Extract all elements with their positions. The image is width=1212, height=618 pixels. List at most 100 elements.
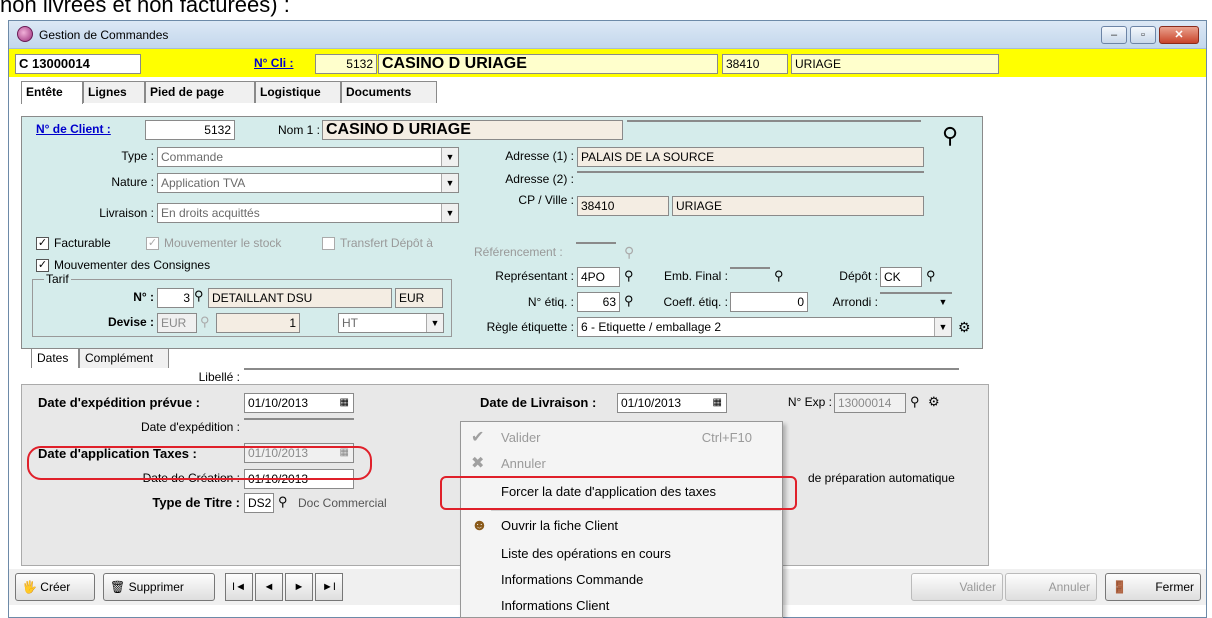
coeff-field[interactable]: 0 xyxy=(730,292,808,312)
menu-shortcut: Ctrl+F10 xyxy=(701,430,752,445)
tarif-name-field[interactable]: DETAILLANT DSU xyxy=(208,288,392,308)
tab-documents[interactable]: Documents xyxy=(341,81,437,103)
client-number-field[interactable]: 5132 xyxy=(145,120,235,140)
header-client-number[interactable]: 5132 xyxy=(315,54,377,74)
livraison-select[interactable]: En droits acquittés ▼ xyxy=(157,203,459,223)
emb-final-label: Emb. Final : xyxy=(663,269,728,283)
nexp-field[interactable]: 13000014 xyxy=(834,393,906,413)
context-menu: ✔ Valider Ctrl+F10 ✖ Annuler Forcer la d… xyxy=(460,421,783,618)
mouvementer-stock-label: Mouvementer le stock xyxy=(164,236,282,250)
type-titre-desc: Doc Commercial xyxy=(294,493,454,513)
devise-label: Devise : xyxy=(107,315,154,329)
adresse1-field[interactable]: PALAIS DE LA SOURCE xyxy=(577,147,924,167)
menu-label: Informations Commande xyxy=(501,572,644,587)
mouv-consignes-checkbox[interactable]: ✓ xyxy=(36,259,49,272)
menu-item-fiche-client[interactable]: ☻ Ouvrir la fiche Client xyxy=(461,514,782,538)
date-livraison-field[interactable]: 01/10/2013 ▦ xyxy=(617,393,727,413)
calendar-icon[interactable]: ▦ xyxy=(713,394,722,412)
devise-field[interactable]: EUR xyxy=(157,313,197,333)
tab-logistique[interactable]: Logistique xyxy=(255,81,341,103)
previous-record-button[interactable]: ◄ xyxy=(255,573,283,601)
libelle-field[interactable] xyxy=(244,368,959,370)
emb-final-field[interactable] xyxy=(730,267,770,269)
header-postal-code[interactable]: 38410 xyxy=(722,54,788,74)
chevron-down-icon[interactable]: ▼ xyxy=(426,314,443,332)
search-icon[interactable]: ⚲ xyxy=(910,394,920,410)
nature-label: Nature : xyxy=(111,175,154,189)
arrondi-select[interactable]: ▼ xyxy=(880,292,952,307)
depot-field[interactable]: CK xyxy=(880,267,922,287)
settings-icon[interactable]: ⚙ xyxy=(928,394,940,410)
tab-pied-de-page[interactable]: Pied de page xyxy=(145,81,255,103)
n-etiq-field[interactable]: 63 xyxy=(577,292,620,312)
nature-select[interactable]: Application TVA ▼ xyxy=(157,173,459,193)
adresse2-field[interactable] xyxy=(577,171,924,173)
date-expedition-field[interactable] xyxy=(244,418,354,420)
transfert-depot-label: Transfert Dépôt à xyxy=(340,236,433,250)
facturable-label: Facturable xyxy=(54,236,111,250)
nom1-field[interactable]: CASINO D URIAGE xyxy=(322,120,623,140)
type-select[interactable]: Commande ▼ xyxy=(157,147,459,167)
menu-item-operations[interactable]: Liste des opérations en cours xyxy=(461,542,782,566)
tarif-no-field[interactable]: 3 xyxy=(157,288,194,308)
tab-lignes[interactable]: Lignes xyxy=(83,81,145,103)
date-expedition-label: Date d'expédition : xyxy=(140,420,240,434)
search-icon[interactable]: ⚲ xyxy=(624,293,634,309)
menu-item-info-client[interactable]: Informations Client xyxy=(461,594,782,618)
order-number-field[interactable]: C 13000014 xyxy=(15,54,141,74)
search-icon[interactable]: ⚲ xyxy=(194,288,204,304)
calendar-icon[interactable]: ▦ xyxy=(340,394,349,412)
representant-field[interactable]: 4PO xyxy=(577,267,620,287)
valider-button[interactable]: Valider xyxy=(911,573,1003,601)
exp-prevue-field[interactable]: 01/10/2013 ▦ xyxy=(244,393,354,413)
search-icon[interactable]: ⚲ xyxy=(926,268,936,284)
search-icon[interactable]: ⚲ xyxy=(774,268,784,284)
menu-item-info-commande[interactable]: Informations Commande xyxy=(461,568,782,592)
search-icon[interactable]: ⚲ xyxy=(624,268,634,284)
menu-label: Informations Client xyxy=(501,598,610,613)
tarif-no-label: N° : xyxy=(133,290,154,304)
close-button[interactable]: ✕ xyxy=(1159,26,1199,44)
chevron-down-icon[interactable]: ▼ xyxy=(934,318,951,336)
header-city[interactable]: URIAGE xyxy=(791,54,999,74)
devise-rate-field[interactable]: 1 xyxy=(216,313,300,333)
nom2-field[interactable] xyxy=(627,120,921,122)
type-titre-field[interactable]: DS2 xyxy=(244,493,274,513)
search-icon[interactable]: ⚲ xyxy=(200,314,210,330)
menu-label: Liste des opérations en cours xyxy=(501,546,671,561)
nature-value: Application TVA xyxy=(161,176,246,190)
search-icon[interactable]: ⚲ xyxy=(624,244,634,261)
client-number-link-2[interactable]: N° de Client : xyxy=(36,122,111,136)
header-client-name[interactable]: CASINO D URIAGE xyxy=(378,54,718,74)
ville-field[interactable]: URIAGE xyxy=(672,196,924,216)
subtab-dates[interactable]: Dates xyxy=(31,348,79,368)
cp-field[interactable]: 38410 xyxy=(577,196,669,216)
search-icon[interactable]: ⚲ xyxy=(278,494,288,510)
supprimer-button[interactable]: 🗑 Supprimer xyxy=(103,573,215,601)
window-title: Gestion de Commandes xyxy=(39,28,169,42)
menu-item-valider[interactable]: ✔ Valider Ctrl+F10 xyxy=(461,426,782,450)
regle-select[interactable]: 6 - Etiquette / emballage 2 ▼ xyxy=(577,317,952,337)
ht-select[interactable]: HT ▼ xyxy=(338,313,444,333)
creer-button[interactable]: 🖐 Créer xyxy=(15,573,95,601)
exp-prevue-value: 01/10/2013 xyxy=(248,396,309,410)
client-number-link[interactable]: N° Cli : xyxy=(254,56,293,70)
tab-entete[interactable]: Entête xyxy=(21,81,83,104)
annuler-button[interactable]: Annuler xyxy=(1005,573,1097,601)
mouvementer-stock-checkbox[interactable]: ✓ xyxy=(146,237,159,250)
last-record-button[interactable]: ►I xyxy=(315,573,343,601)
settings-icon[interactable]: ⚙ xyxy=(958,319,971,336)
type-titre-label: Type de Titre : xyxy=(152,495,240,510)
menu-item-annuler[interactable]: ✖ Annuler xyxy=(461,452,782,476)
facturable-checkbox[interactable]: ✓ xyxy=(36,237,49,250)
fermer-button[interactable]: 🚪 Fermer xyxy=(1105,573,1201,601)
minimize-button[interactable]: – xyxy=(1101,26,1127,44)
next-record-button[interactable]: ► xyxy=(285,573,313,601)
transfert-depot-checkbox[interactable] xyxy=(322,237,335,250)
search-client-icon[interactable]: ⚲ xyxy=(942,125,966,149)
tarif-currency-field[interactable]: EUR xyxy=(395,288,443,308)
maximize-button[interactable]: ▫ xyxy=(1130,26,1156,44)
first-record-button[interactable]: I◄ xyxy=(225,573,253,601)
referencement-field[interactable] xyxy=(576,242,616,244)
subtab-complement[interactable]: Complément xyxy=(79,348,169,368)
